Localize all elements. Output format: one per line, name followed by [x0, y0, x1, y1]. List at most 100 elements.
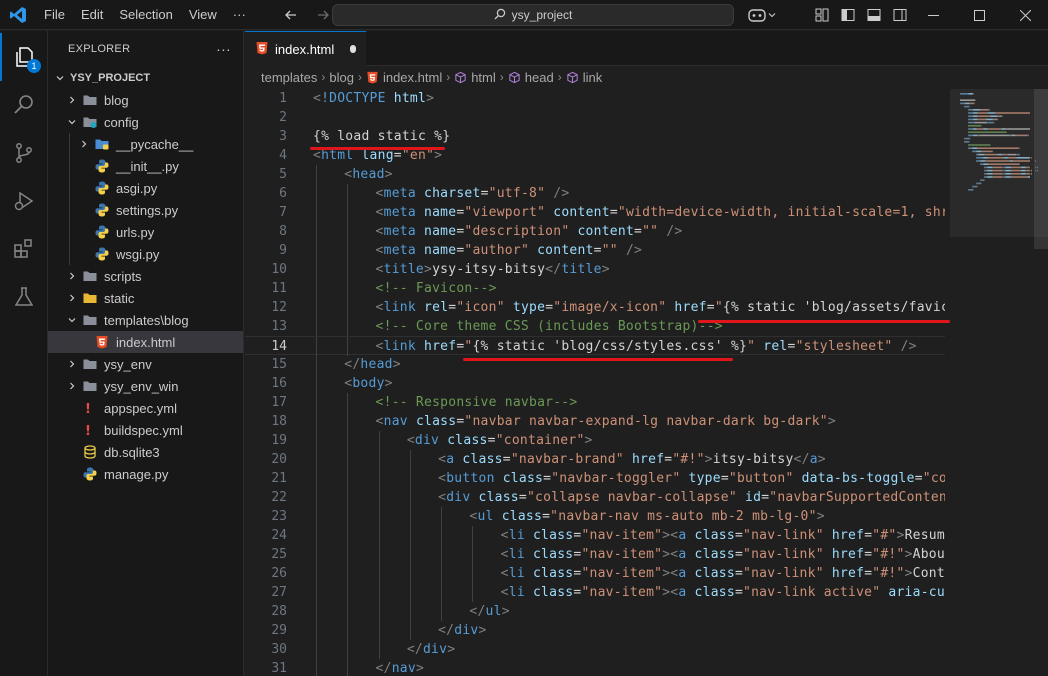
code-line[interactable]: 12 <link rel="icon" type="image/x-icon" h…	[245, 298, 945, 317]
tree-folder[interactable]: blog	[48, 89, 243, 111]
code-line[interactable]: 17 <!-- Responsive navbar-->	[245, 393, 945, 412]
customize-layout-icon[interactable]	[812, 5, 832, 25]
indent-guide	[69, 199, 70, 221]
code-token: "width=device-width, initial-scale=1, sh…	[617, 205, 945, 220]
code-line[interactable]: 31 </nav>	[245, 659, 945, 676]
tree-file[interactable]: asgi.py	[48, 177, 243, 199]
code-line[interactable]: 22 <div class="collapse navbar-collapse" …	[245, 488, 945, 507]
code-line[interactable]: 23 <ul class="navbar-nav ms-auto mb-2 mb-…	[245, 507, 945, 526]
tree-file[interactable]: ! appspec.yml	[48, 397, 243, 419]
unsaved-dot-icon[interactable]	[350, 45, 356, 53]
code-line[interactable]: 19 <div class="container">	[245, 431, 945, 450]
code-line[interactable]: 2	[245, 108, 945, 127]
vertical-scrollbar[interactable]	[1034, 89, 1048, 249]
code-token: "utf-8"	[488, 186, 546, 201]
indent-guide	[378, 469, 380, 488]
minimap[interactable]	[950, 89, 1048, 676]
code-line[interactable]: 16 <body>	[245, 374, 945, 393]
project-root[interactable]: YSY_PROJECT	[48, 67, 243, 89]
tree-file[interactable]: db.sqlite3	[48, 441, 243, 463]
code-token: >	[827, 414, 836, 429]
tab-index-html[interactable]: index.html	[245, 31, 366, 66]
toggle-sidebar-icon[interactable]	[838, 5, 858, 25]
search-icon[interactable]	[0, 81, 48, 129]
tree-file[interactable]: index.html	[48, 331, 243, 353]
code-line[interactable]: 7 <meta name="viewport" content="width=de…	[245, 203, 945, 222]
code-text: <title>ysy-itsy-bitsy</title>	[376, 260, 610, 279]
tree-folder[interactable]: static	[48, 287, 243, 309]
tree-folder[interactable]: scripts	[48, 265, 243, 287]
indent-guide	[316, 488, 317, 507]
back-arrow-icon[interactable]	[280, 4, 302, 26]
code-line[interactable]: 9 <meta name="author" content="" />	[245, 241, 945, 260]
code-line[interactable]: 10 <title>ysy-itsy-bitsy</title>	[245, 260, 945, 279]
copilot-icon[interactable]	[746, 6, 776, 24]
code-line[interactable]: 25 <li class="nav-item"><a class="nav-lin…	[245, 545, 945, 564]
code-line[interactable]: 1 <!DOCTYPE html>	[245, 89, 945, 108]
indent-guide	[347, 583, 349, 602]
tree-file[interactable]: urls.py	[48, 221, 243, 243]
maximize-icon[interactable]	[956, 0, 1002, 30]
tree-folder[interactable]: templates\blog	[48, 309, 243, 331]
testing-flask-icon[interactable]	[0, 273, 48, 321]
code-token: >	[601, 262, 610, 277]
tree-folder[interactable]: config	[48, 111, 243, 133]
close-icon[interactable]	[1002, 0, 1048, 30]
tree-file[interactable]: settings.py	[48, 199, 243, 221]
toggle-panel-icon[interactable]	[864, 5, 884, 25]
code-line[interactable]: 3 {% load static %}	[245, 127, 945, 146]
code-token: "viewport"	[464, 205, 546, 220]
code-line[interactable]: 26 <li class="nav-item"><a class="nav-lin…	[245, 564, 945, 583]
code-text: </nav>	[376, 659, 424, 676]
code-line[interactable]: 20 <a class="navbar-brand" href="#!">itsy…	[245, 450, 945, 469]
explorer-icon[interactable]: 1	[0, 33, 48, 81]
tree-folder[interactable]: ysy_env	[48, 353, 243, 375]
code-editor[interactable]: 1 <!DOCTYPE html> 2 3 {% load static %} 4 <htm…	[245, 89, 945, 676]
code-line[interactable]: 30 </div>	[245, 640, 945, 659]
code-line[interactable]: 11 <!-- Favicon-->	[245, 279, 945, 298]
source-control-icon[interactable]	[0, 129, 48, 177]
breadcrumb-html[interactable]: html	[471, 70, 496, 85]
breadcrumb-index-html[interactable]: index.html	[383, 70, 442, 85]
yaml-icon: !	[82, 422, 98, 438]
indent-guide	[378, 621, 380, 640]
indent-guide	[347, 412, 349, 431]
indent-guide	[378, 602, 380, 621]
menu-selection[interactable]: Selection	[111, 0, 180, 30]
tree-file[interactable]: wsgi.py	[48, 243, 243, 265]
breadcrumb-templates[interactable]: templates	[261, 70, 317, 85]
code-line[interactable]: 28 </ul>	[245, 602, 945, 621]
menu-view[interactable]: View	[181, 0, 225, 30]
tree-folder[interactable]: __pycache__	[48, 133, 243, 155]
minimize-icon[interactable]	[910, 0, 956, 30]
command-center-search[interactable]: ysy_project	[332, 4, 734, 26]
code-line[interactable]: 24 <li class="nav-item"><a class="nav-lin…	[245, 526, 945, 545]
code-line[interactable]: 29 </div>	[245, 621, 945, 640]
code-line[interactable]: 18 <nav class="navbar navbar-expand-lg na…	[245, 412, 945, 431]
code-token: "button"	[728, 471, 794, 486]
code-line[interactable]: 5 <head>	[245, 165, 945, 184]
code-line[interactable]: 14 <link href = "{% static 'blog/css/styles…	[245, 336, 945, 356]
tree-file[interactable]: __init__.py	[48, 155, 243, 177]
explorer-more-button[interactable]: ···	[216, 41, 231, 57]
menu-more[interactable]: ···	[225, 0, 254, 30]
svg-text:!: !	[85, 424, 91, 438]
project-name: YSY_PROJECT	[70, 72, 151, 84]
code-line[interactable]: 27 <li class="nav-item"><a class="nav-lin…	[245, 583, 945, 602]
menu-file[interactable]: File	[36, 0, 73, 30]
tree-folder[interactable]: ysy_env_win	[48, 375, 243, 397]
tree-file[interactable]: ! buildspec.yml	[48, 419, 243, 441]
toggle-secondary-sidebar-icon[interactable]	[890, 5, 910, 25]
menu-edit[interactable]: Edit	[73, 0, 111, 30]
code-line[interactable]: 6 <meta charset="utf-8" />	[245, 184, 945, 203]
forward-arrow-icon[interactable]	[312, 4, 334, 26]
breadcrumb-blog[interactable]: blog	[329, 70, 354, 85]
breadcrumb-link[interactable]: link	[583, 70, 603, 85]
run-debug-icon[interactable]	[0, 177, 48, 225]
extensions-icon[interactable]	[0, 225, 48, 273]
code-line[interactable]: 8 <meta name="description" content="" />	[245, 222, 945, 241]
breadcrumb-head[interactable]: head	[525, 70, 554, 85]
code-line[interactable]: 21 <button class="navbar-toggler" type="b…	[245, 469, 945, 488]
tree-file[interactable]: manage.py	[48, 463, 243, 485]
